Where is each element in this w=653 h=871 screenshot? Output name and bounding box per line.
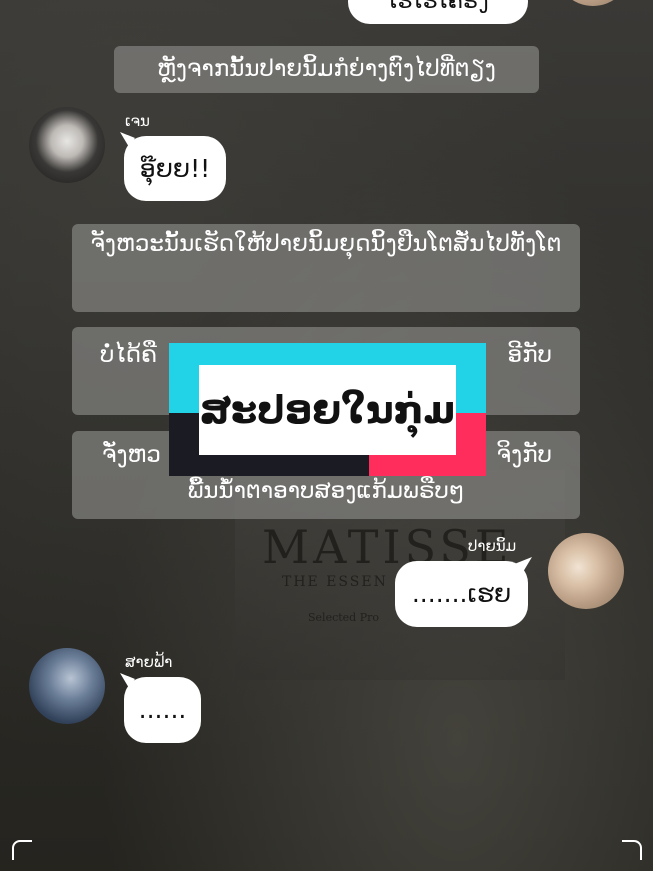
narration-1-text: ຫຼັງຈາກນັ້ນປາຍນິ້ມກໍຍ່າງຕົງໄປທີ່ຕຽງ <box>157 56 496 82</box>
frame-corner-bottom-right <box>622 840 642 860</box>
narration-3-text-left: ບໍ່ໄດ້ຄື <box>100 342 157 368</box>
narration-2-text: ຈັງຫວະນັ້ນເຮັດໃຫ້ປາຍນິ້ມຍຸດນິ້ງຢືນໂຕສັ່ນ… <box>90 231 562 257</box>
sender-name-saifa: ສາຍຟ້າ <box>125 653 173 671</box>
narration-4-text-left: ຈັ່ງຫວ <box>102 442 161 468</box>
message-text-saifa: ...... <box>138 695 187 724</box>
narration-2: ຈັງຫວະນັ້ນເຮັດໃຫ້ປາຍນິ້ມຍຸດນິ້ງຢືນໂຕສັ່ນ… <box>72 224 580 312</box>
avatar-paynim[interactable] <box>548 533 624 609</box>
sender-name-paynim: ປາຍນິ້ມ <box>468 537 517 555</box>
narration-3-text-right: ອີກັບ <box>507 342 552 368</box>
logo-title: ສະປອຍໃນກຸ່ມ <box>199 365 456 455</box>
message-bubble-jen: ອຸ໊ຍຍ!! <box>124 136 226 201</box>
top-message-bubble: ໂຮໂຮໂຄຣງ <box>348 0 528 24</box>
background-book-subtitle: THE ESSEN <box>282 574 388 590</box>
tiktok-logo-overlay: ສະປອຍໃນກຸ່ມ <box>169 343 486 476</box>
background-book-small-text: Selected Pro <box>308 611 379 624</box>
frame-corner-bottom-left <box>12 840 32 860</box>
top-message-text: ໂຮໂຮໂຄຣງ <box>387 0 489 14</box>
narration-4-text-line2: ພື້ນນ້ຳຕາອາບສອງແກ້ມພຣືບໆ <box>187 478 465 504</box>
message-bubble-saifa: ...... <box>124 677 201 743</box>
message-text-jen: ອຸ໊ຍຍ!! <box>139 154 211 183</box>
avatar-jen[interactable] <box>29 107 105 183</box>
avatar-saifa[interactable] <box>29 648 105 724</box>
narration-4-text-right: ຈິງກັບ <box>496 442 552 468</box>
message-bubble-paynim: .......ເຮຍ <box>395 561 528 627</box>
narration-1: ຫຼັງຈາກນັ້ນປາຍນິ້ມກໍຍ່າງຕົງໄປທີ່ຕຽງ <box>114 46 539 93</box>
sender-name-jen: ເຈນ <box>125 112 150 130</box>
message-text-paynim: .......ເຮຍ <box>411 579 512 608</box>
